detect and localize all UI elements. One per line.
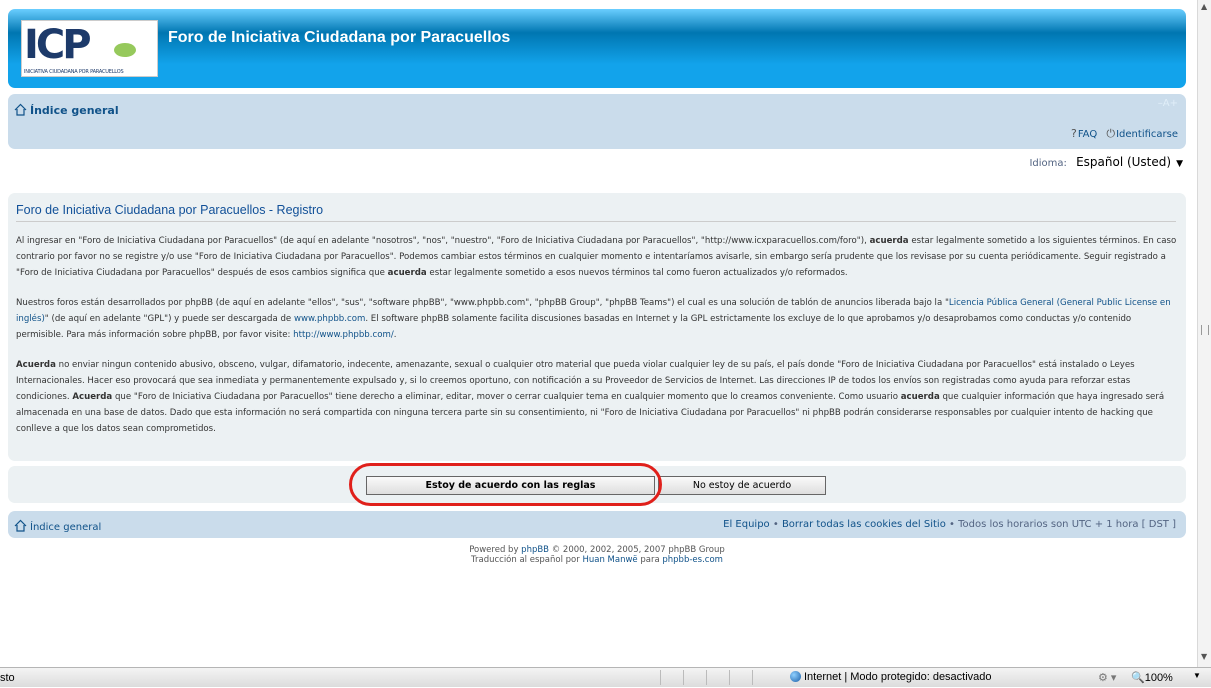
status-text: sto <box>0 672 15 684</box>
phpbb-es-link[interactable]: phpbb-es.com <box>662 555 723 565</box>
zoom-level[interactable]: 🔍100% <box>1131 671 1173 684</box>
language-select[interactable]: Español (Usted) ▼ <box>1074 153 1185 171</box>
logo-swirl-icon <box>114 43 136 57</box>
navbar: Índice general –A+ ?FAQ ⏻Identificarse <box>8 94 1186 149</box>
vertical-scrollbar[interactable]: ▲ ▼ <box>1197 0 1211 667</box>
footer-home-link[interactable]: Índice general <box>14 519 101 533</box>
zoom-dropdown-icon[interactable]: ▼ <box>1193 671 1201 680</box>
phpbb-info-link[interactable]: http://www.phpbb.com/ <box>293 330 394 340</box>
forum-header: ICP INICIATIVA CIUDADANA POR PARACUELLOS… <box>8 9 1186 88</box>
language-selector: Idioma: Español (Usted) ▼ <box>1029 153 1185 171</box>
login-link[interactable]: ⏻Identificarse <box>1106 127 1178 140</box>
status-cells <box>660 670 775 685</box>
terms-paragraph-3: Acuerda no enviar ningun contenido abusi… <box>16 360 1165 434</box>
home-icon <box>14 103 27 116</box>
login-label: Identificarse <box>1116 129 1178 140</box>
footer-links: El Equipo • Borrar todas las cookies del… <box>723 519 1176 530</box>
translator-link[interactable]: Huan Manwë <box>582 555 637 565</box>
language-selected-value: Español (Usted) <box>1076 155 1172 169</box>
zoom-value: 100% <box>1144 672 1173 684</box>
site-logo[interactable]: ICP INICIATIVA CIUDADANA POR PARACUELLOS <box>21 20 158 77</box>
registration-terms-panel: Foro de Iniciativa Ciudadana por Paracue… <box>8 193 1186 461</box>
scroll-up-icon[interactable]: ▲ <box>1201 2 1207 11</box>
disagree-button[interactable]: No estoy de acuerdo <box>658 476 826 495</box>
security-zone[interactable]: Internet | Modo protegido: desactivado <box>790 671 992 683</box>
chevron-down-icon: ▼ <box>1176 159 1183 169</box>
panel-title: Foro de Iniciativa Ciudadana por Paracue… <box>16 203 1176 222</box>
agree-button[interactable]: Estoy de acuerdo con las reglas <box>366 476 655 495</box>
timezone-text: Todos los horarios son UTC + 1 hora [ DS… <box>958 519 1176 530</box>
translation-line: Traducción al español por Huan Manwë par… <box>471 555 723 565</box>
terms-paragraph-1: Al ingresar en "Foro de Iniciativa Ciuda… <box>16 236 1177 278</box>
footer-home-label: Índice general <box>30 522 102 533</box>
terms-paragraph-2: Nuestros foros están desarrollados por p… <box>16 298 1171 340</box>
language-label: Idioma: <box>1029 158 1067 169</box>
logo-letters: ICP <box>24 22 92 68</box>
terms-body: Al ingresar en "Foro de Iniciativa Ciuda… <box>16 233 1178 451</box>
site-title: Foro de Iniciativa Ciudadana por Paracue… <box>168 29 511 46</box>
phpbb-link[interactable]: phpBB <box>521 545 549 555</box>
zoom-icon: 🔍 <box>1131 672 1145 684</box>
delete-cookies-link[interactable]: Borrar todas las cookies del Sitio <box>782 519 946 530</box>
copyright: Powered by phpBB © 2000, 2002, 2005, 200… <box>0 545 1194 565</box>
browser-viewport: ICP INICIATIVA CIUDADANA POR PARACUELLOS… <box>0 0 1197 667</box>
protected-mode-icon[interactable]: ⚙ ▾ <box>1098 671 1116 684</box>
globe-icon <box>790 671 801 682</box>
logo-tagline: INICIATIVA CIUDADANA POR PARACUELLOS <box>24 69 124 75</box>
font-resize-control[interactable]: –A+ <box>1158 98 1178 109</box>
footer-navbar: Índice general El Equipo • Borrar todas … <box>8 511 1186 538</box>
power-icon: ⏻ <box>1106 127 1116 140</box>
agreement-buttons-panel: Estoy de acuerdo con las reglas No estoy… <box>8 466 1186 503</box>
scroll-grip[interactable] <box>1201 325 1209 335</box>
powered-by-line: Powered by phpBB © 2000, 2002, 2005, 200… <box>469 545 725 555</box>
breadcrumb-home[interactable]: Índice general <box>14 103 119 117</box>
home-icon <box>14 519 27 532</box>
security-zone-text: Internet | Modo protegido: desactivado <box>804 671 992 683</box>
phpbb-download-link[interactable]: www.phpbb.com <box>294 314 365 324</box>
breadcrumb-home-label: Índice general <box>30 104 119 117</box>
nav-links: ?FAQ ⏻Identificarse <box>1071 127 1178 141</box>
faq-link[interactable]: ?FAQ <box>1071 127 1098 140</box>
team-link[interactable]: El Equipo <box>723 519 770 530</box>
scroll-down-icon[interactable]: ▼ <box>1201 652 1207 661</box>
faq-label: FAQ <box>1077 129 1098 140</box>
help-icon: ? <box>1071 127 1077 140</box>
browser-status-bar: sto Internet | Modo protegido: desactiva… <box>0 667 1211 687</box>
